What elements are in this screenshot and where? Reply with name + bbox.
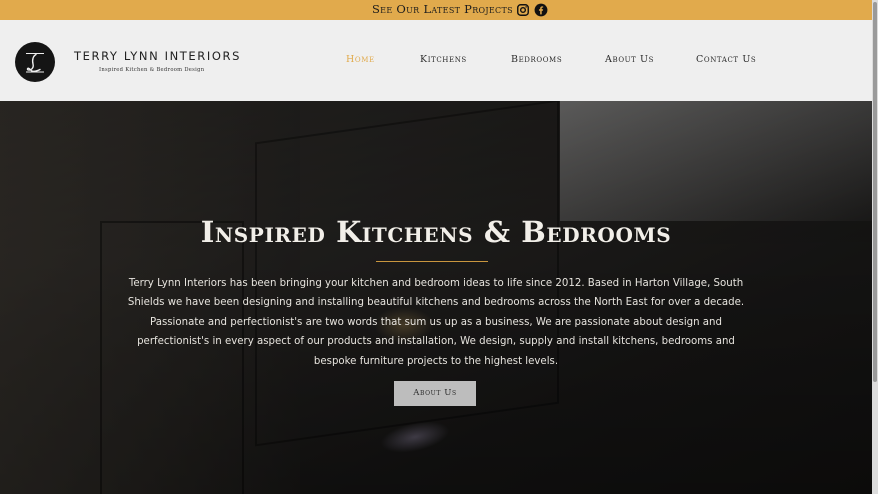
scrollbar-thumb[interactable] — [873, 2, 877, 382]
hero-divider — [376, 261, 488, 262]
logo[interactable] — [15, 42, 55, 82]
hero-section: Inspired Kitchens & Bedrooms Terry Lynn … — [0, 101, 872, 494]
nav-contact-us[interactable]: Contact Us — [696, 54, 756, 65]
nav-kitchens[interactable]: Kitchens — [420, 54, 467, 65]
promo-bar: See Our Latest Projects — [0, 0, 872, 20]
logo-monogram-icon — [26, 53, 44, 73]
facebook-icon[interactable] — [534, 3, 548, 17]
scrollbar[interactable] — [872, 0, 878, 494]
about-us-button[interactable]: About Us — [394, 381, 476, 406]
brand-tagline: Inspired Kitchen & Bedroom Design — [99, 67, 205, 73]
brand-name: TERRY LYNN INTERIORS — [74, 49, 241, 63]
latest-projects-link[interactable]: See Our Latest Projects — [372, 2, 513, 17]
nav-bedrooms[interactable]: Bedrooms — [511, 54, 562, 65]
hero-title: Inspired Kitchens & Bedrooms — [200, 215, 672, 249]
instagram-icon[interactable] — [516, 3, 530, 17]
hero-description: Terry Lynn Interiors has been bringing y… — [127, 278, 745, 367]
site-header: TERRY LYNN INTERIORS Inspired Kitchen & … — [0, 20, 872, 101]
nav-home[interactable]: Home — [346, 54, 375, 65]
nav-about-us[interactable]: About Us — [605, 54, 654, 65]
